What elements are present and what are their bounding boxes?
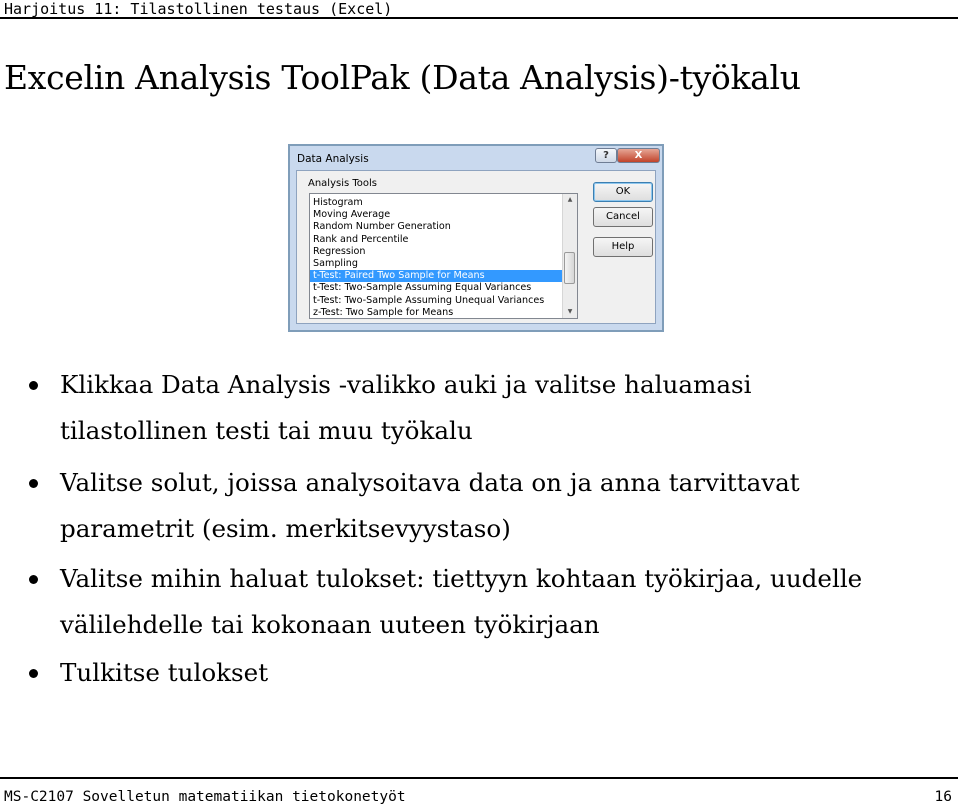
scroll-down-icon[interactable]: ▼ bbox=[565, 307, 575, 317]
bullet-icon bbox=[29, 575, 38, 584]
dialog-body: Analysis Tools Histogram Moving Average Ra… bbox=[296, 170, 656, 324]
title-help-icon[interactable]: ? bbox=[595, 148, 617, 163]
bullet-icon bbox=[29, 479, 38, 488]
tool-list-item[interactable]: Sampling bbox=[310, 258, 564, 270]
scroll-up-icon[interactable]: ▲ bbox=[565, 195, 575, 205]
bullet-icon bbox=[29, 669, 38, 678]
data-analysis-dialog: Data Analysis ? X Analysis Tools Histogr… bbox=[288, 144, 664, 332]
list-scrollbar[interactable]: ▲ ▼ bbox=[562, 194, 577, 318]
cancel-button[interactable]: Cancel bbox=[593, 207, 653, 227]
bullet-text: Klikkaa Data Analysis -valikko auki ja v… bbox=[60, 370, 752, 445]
tool-list-item[interactable]: Histogram bbox=[310, 197, 564, 209]
bullet-icon bbox=[29, 381, 38, 390]
ok-button[interactable]: OK bbox=[593, 182, 653, 202]
analysis-tools-label: Analysis Tools bbox=[308, 178, 378, 189]
page-number: 16 bbox=[934, 789, 952, 805]
course-title: Harjoitus 11: Tilastollinen testaus (Exc… bbox=[4, 0, 393, 18]
tool-list-item[interactable]: t-Test: Paired Two Sample for Means bbox=[310, 270, 564, 283]
close-icon[interactable]: X bbox=[617, 148, 660, 163]
tool-list-item[interactable]: t-Test: Two-Sample Assuming Equal Varian… bbox=[310, 282, 564, 294]
slide-title: Excelin Analysis ToolPak (Data Analysis)… bbox=[4, 58, 801, 97]
dialog-titlebar[interactable]: Data Analysis ? X bbox=[290, 146, 662, 170]
bullet-text: Tulkitse tulokset bbox=[60, 658, 269, 687]
tool-list-item[interactable]: Moving Average bbox=[310, 209, 564, 221]
tool-list-item[interactable]: Regression bbox=[310, 246, 564, 258]
footer-rule bbox=[0, 777, 958, 779]
help-button[interactable]: Help bbox=[593, 237, 653, 257]
tool-list-item[interactable]: z-Test: Two Sample for Means bbox=[310, 307, 564, 318]
dialog-title: Data Analysis bbox=[297, 153, 369, 165]
tool-list-item[interactable]: Rank and Percentile bbox=[310, 234, 564, 246]
tool-list-item[interactable]: Random Number Generation bbox=[310, 221, 564, 233]
bullet-text: Valitse mihin haluat tulokset: tiettyyn … bbox=[60, 564, 863, 639]
tool-items: Histogram Moving Average Random Number Gen… bbox=[310, 197, 564, 318]
footer-course: MS-C2107 Sovelletun matematiikan tietoko… bbox=[4, 789, 406, 805]
header-rule bbox=[0, 17, 958, 19]
scroll-thumb[interactable] bbox=[564, 252, 575, 284]
analysis-tools-list[interactable]: Histogram Moving Average Random Number Gen… bbox=[309, 193, 578, 319]
bullet-text: Valitse solut, joissa analysoitava data … bbox=[60, 468, 800, 543]
tool-list-item[interactable]: t-Test: Two-Sample Assuming Unequal Vari… bbox=[310, 295, 564, 307]
